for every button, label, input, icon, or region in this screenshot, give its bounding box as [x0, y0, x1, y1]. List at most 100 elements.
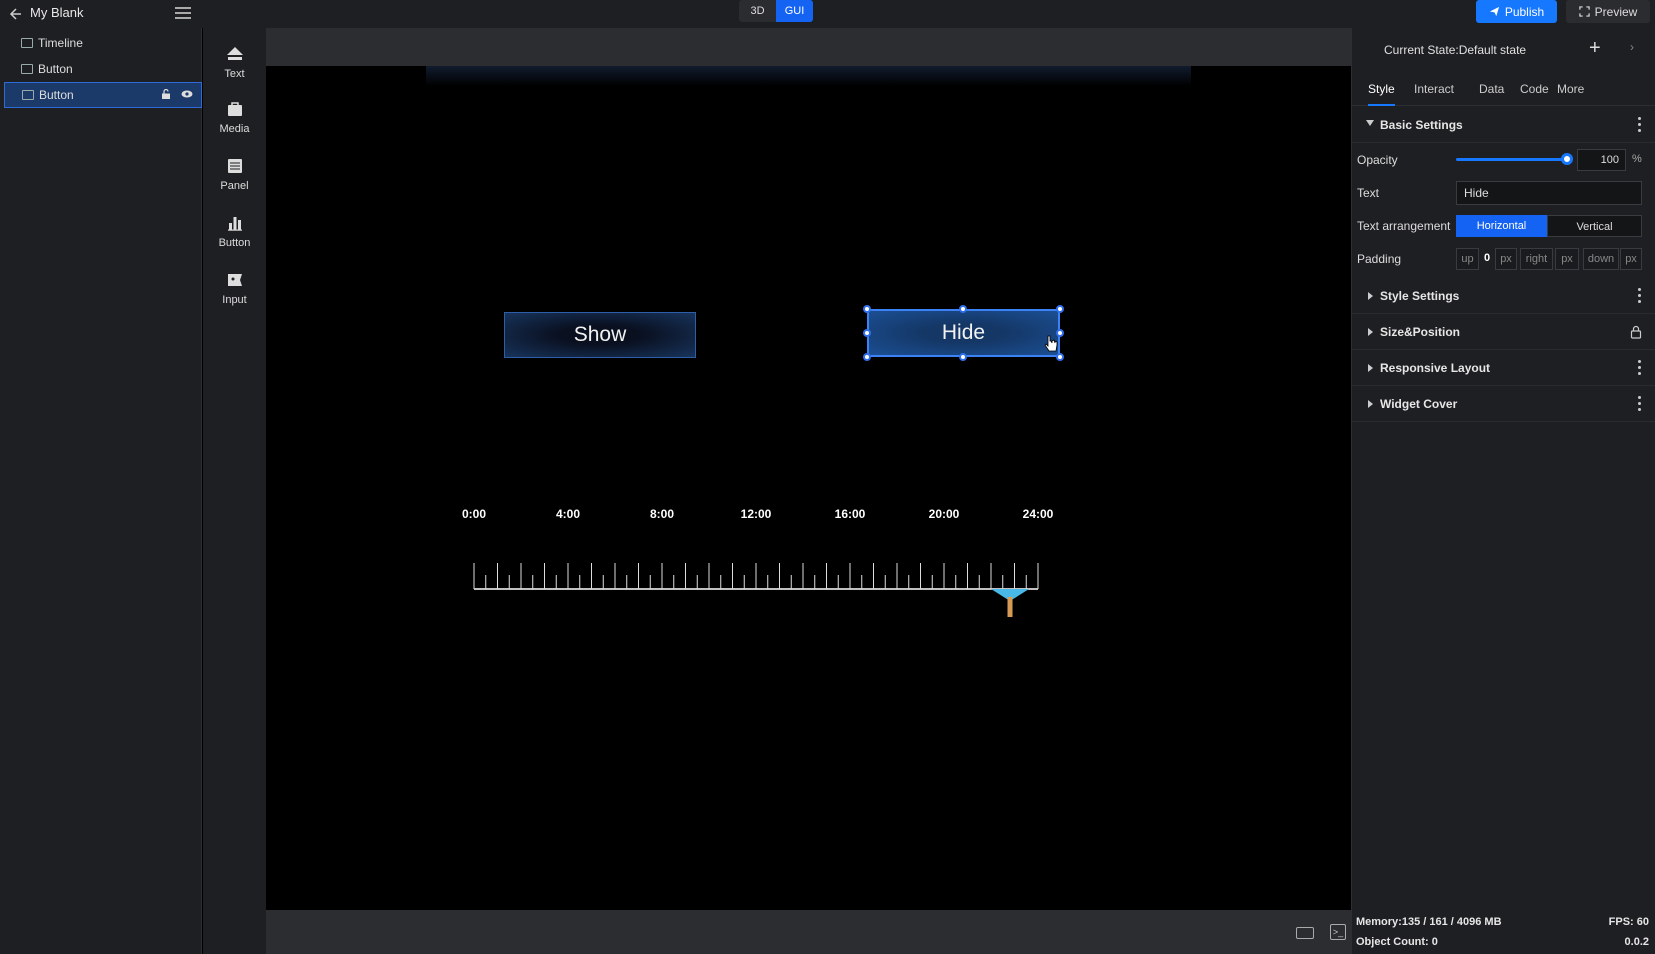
section-basic-settings[interactable]: Basic Settings: [1352, 107, 1655, 143]
add-state-icon[interactable]: +: [1589, 37, 1601, 60]
resize-handle-bottom-right[interactable]: [1056, 353, 1064, 361]
layer-item-button-selected[interactable]: Button: [4, 82, 202, 108]
section-title: Style Settings: [1380, 289, 1460, 303]
section-title: Basic Settings: [1380, 118, 1463, 132]
panel-widget-icon: [227, 159, 242, 173]
memory-readout: Memory:135 / 161 / 4096 MB: [1356, 916, 1502, 928]
tab-more[interactable]: More: [1557, 72, 1584, 106]
tab-interact[interactable]: Interact: [1414, 72, 1454, 106]
more-options-icon[interactable]: [1638, 360, 1642, 376]
layer-item-button[interactable]: Button: [4, 56, 202, 82]
tool-text[interactable]: Text: [203, 40, 266, 90]
caret-right-icon: [1368, 292, 1373, 300]
state-row: Current State:Default state + ›: [1352, 28, 1655, 72]
eye-icon[interactable]: [181, 89, 193, 99]
tab-style[interactable]: Style: [1368, 72, 1395, 106]
opacity-input[interactable]: 100: [1577, 149, 1626, 171]
canvas-show-button[interactable]: Show: [504, 312, 696, 358]
padding-label: Padding: [1357, 252, 1402, 266]
padding-down-label: down: [1583, 248, 1619, 270]
resize-handle-bottom-left[interactable]: [863, 353, 871, 361]
opacity-row: Opacity 100 %: [1352, 146, 1655, 174]
padding-up-input[interactable]: 0: [1479, 248, 1495, 270]
properties-panel: Current State:Default state + › Style In…: [1351, 28, 1655, 954]
tool-button[interactable]: Button: [203, 209, 266, 259]
hamburger-menu-icon[interactable]: [174, 4, 192, 22]
tool-panel[interactable]: Panel: [203, 152, 266, 202]
more-options-icon[interactable]: [1638, 117, 1642, 133]
opacity-unit: %: [1632, 153, 1642, 165]
send-icon: [1489, 6, 1499, 17]
section-responsive-layout[interactable]: Responsive Layout: [1352, 350, 1655, 386]
opacity-slider-track[interactable]: [1456, 158, 1567, 161]
section-size-position[interactable]: Size&Position: [1352, 314, 1655, 350]
canvas-header-strip: [266, 28, 1351, 66]
arrangement-vertical[interactable]: Vertical: [1547, 215, 1642, 237]
tool-label: Media: [219, 123, 250, 135]
text-arrangement-label: Text arrangement: [1357, 219, 1451, 233]
timeline-ticks: [473, 563, 1039, 617]
padding-up-label: up: [1456, 248, 1479, 270]
hand-pointer-cursor-icon: [1044, 335, 1058, 352]
property-tabs: Style Interact Data Code More: [1352, 72, 1655, 106]
resize-handle-top[interactable]: [959, 305, 967, 313]
padding-down-unit[interactable]: px: [1620, 248, 1642, 270]
terminal-icon[interactable]: >_: [1330, 924, 1346, 940]
publish-button[interactable]: Publish: [1476, 0, 1557, 23]
preview-button[interactable]: Preview: [1566, 0, 1650, 23]
lock-icon[interactable]: [1630, 325, 1642, 339]
resize-handle-bottom[interactable]: [959, 353, 967, 361]
more-options-icon[interactable]: [1638, 396, 1642, 412]
layers-panel: Timeline Button Button: [0, 28, 202, 954]
section-style-settings[interactable]: Style Settings: [1352, 278, 1655, 314]
opacity-slider-thumb[interactable]: [1561, 153, 1573, 165]
resize-handle-top-right[interactable]: [1056, 305, 1064, 313]
text-row: Text Hide: [1352, 179, 1655, 207]
mode-toggle: 3D GUI: [739, 0, 813, 22]
input-widget-icon: [227, 274, 242, 286]
section-widget-cover[interactable]: Widget Cover: [1352, 386, 1655, 422]
tool-input[interactable]: Input: [203, 266, 266, 316]
layer-item-timeline[interactable]: Timeline: [4, 30, 202, 56]
playhead-stem: [1007, 597, 1013, 617]
text-value-input[interactable]: Hide: [1456, 181, 1642, 205]
section-title: Widget Cover: [1380, 397, 1458, 411]
text-label: Text: [1357, 186, 1380, 200]
text-arrangement-row: Text arrangement Horizontal Vertical: [1352, 212, 1655, 240]
top-bar: My Blank 3D GUI Publish Preview: [0, 0, 1655, 28]
mode-gui-button[interactable]: GUI: [776, 0, 813, 22]
tab-code[interactable]: Code: [1520, 72, 1549, 106]
unlock-icon[interactable]: [161, 89, 171, 99]
section-title: Size&Position: [1380, 325, 1461, 339]
design-canvas[interactable]: Show Hide 0:00 4:00 8:00 12:00 16:00 20:00 24:…: [266, 66, 1351, 910]
arrangement-horizontal[interactable]: Horizontal: [1456, 215, 1547, 237]
chevron-right-icon[interactable]: ›: [1630, 40, 1634, 54]
more-options-icon[interactable]: [1638, 288, 1642, 304]
layer-label: Button: [38, 62, 73, 76]
object-count-readout: Object Count: 0: [1356, 936, 1438, 948]
layer-label: Button: [39, 88, 74, 102]
media-widget-icon: [227, 102, 242, 116]
tool-label: Input: [222, 294, 247, 306]
keyboard-icon[interactable]: [1296, 927, 1314, 939]
resize-handle-left[interactable]: [863, 329, 871, 337]
tool-label: Panel: [220, 180, 249, 192]
tool-label: Button: [218, 237, 251, 249]
section-title: Responsive Layout: [1380, 361, 1491, 375]
caret-down-icon: [1366, 120, 1374, 126]
current-state-label[interactable]: Current State:Default state: [1384, 43, 1526, 57]
canvas-footer-strip: [266, 910, 1351, 954]
tab-data[interactable]: Data: [1479, 72, 1504, 106]
caret-right-icon: [1368, 328, 1373, 336]
canvas-hide-button[interactable]: Hide: [867, 309, 1060, 357]
back-arrow-icon[interactable]: [6, 4, 26, 24]
padding-right-unit[interactable]: px: [1555, 248, 1579, 270]
timeline-ruler[interactable]: 0:00 4:00 8:00 12:00 16:00 20:00 24:00: [462, 507, 1093, 617]
tool-media[interactable]: Media: [203, 95, 266, 145]
button-layer-icon: [22, 90, 34, 100]
status-bar: Memory:135 / 161 / 4096 MB FPS: 60 Objec…: [1351, 910, 1655, 954]
padding-right-label: right: [1520, 248, 1553, 270]
resize-handle-top-left[interactable]: [863, 305, 871, 313]
layer-label: Timeline: [38, 36, 83, 50]
mode-3d-button[interactable]: 3D: [739, 0, 776, 22]
